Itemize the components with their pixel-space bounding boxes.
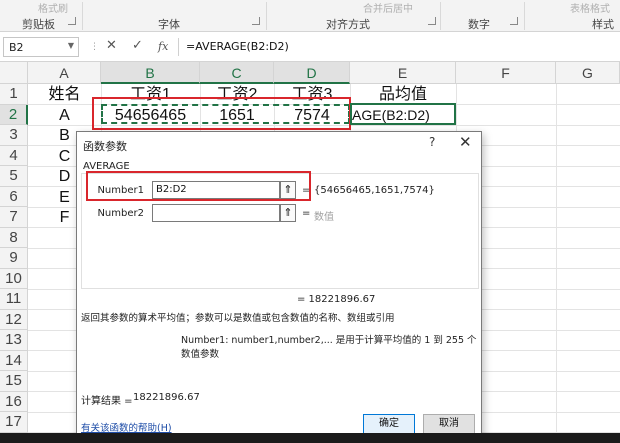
formula-input[interactable]: =AVERAGE(B2:D2) [186,40,289,53]
alignment-launcher-icon[interactable] [428,17,436,25]
ribbon-divider [82,2,83,30]
close-icon[interactable]: ✕ [459,133,472,151]
group-alignment: 对齐方式 [326,18,370,31]
row-header-1[interactable]: 1 [0,84,28,105]
column-header-e[interactable]: E [350,62,456,84]
ribbon-divider [266,2,267,30]
column-header-d[interactable]: D [274,62,350,84]
column-header-f[interactable]: F [456,62,556,84]
group-number: 数字 [468,18,490,31]
number-launcher-icon[interactable] [510,17,518,25]
dialog-title: 函数参数 [83,140,127,153]
ribbon-divider [440,2,441,30]
insert-function-icon[interactable]: fx [158,40,168,53]
row-header-9[interactable]: 9 [0,248,28,269]
argument-help-text: Number1: number1,number2,... 是用于计算平均值的 1… [181,335,477,360]
cancel-button[interactable]: 取消 [423,414,475,434]
ok-button[interactable]: 确定 [363,414,415,434]
row-header-3[interactable]: 3 [0,125,28,146]
highlight-box-number1 [86,171,311,201]
chevron-down-icon[interactable]: ▼ [68,41,74,50]
ribbon: 格式刷 合并后居中 表格格式 剪贴板 字体 对齐方式 数字 样式 [0,0,620,32]
row-header-14[interactable]: 14 [0,350,28,371]
row-header-7[interactable]: 7 [0,207,28,228]
calc-result-label: 计算结果 = [81,396,133,407]
gridline [556,84,557,443]
font-launcher-icon[interactable] [252,17,260,25]
cell-a2[interactable]: A [28,105,101,125]
name-box[interactable]: B2 ▼ [3,37,79,57]
row-header-4[interactable]: 4 [0,145,28,166]
row-header-8[interactable]: 8 [0,227,28,248]
taskbar [0,433,620,443]
column-header-b[interactable]: B [101,62,200,84]
calc-result-value: 18221896.67 [133,392,200,403]
row-header-2[interactable]: 2 [0,104,28,125]
group-clipboard: 剪贴板 [22,18,55,31]
row-header-17[interactable]: 17 [0,412,28,433]
arg-input-number2[interactable] [152,204,280,222]
merge-center-label[interactable]: 合并后居中 [363,0,413,15]
help-icon[interactable]: ? [429,135,435,149]
cell-a1[interactable]: 姓名 [28,84,101,104]
cell-e1[interactable]: 品均值 [350,84,456,104]
formula-preview-result: = 18221896.67 [297,294,376,305]
arg-eq-number2: = [302,208,311,219]
group-font: 字体 [158,18,180,31]
active-cell-e2 [350,103,456,125]
function-description: 返回其参数的算术平均值；参数可以是数值或包含数值的名称、数组或引用 [81,313,395,324]
arg-result-number1: {54656465,1651,7574} [314,185,435,196]
row-header-15[interactable]: 15 [0,371,28,392]
formula-bar: B2 ▼ ⋮ ✕ ✓ fx =AVERAGE(B2:D2) [0,32,620,62]
highlight-box-range [92,97,351,130]
column-header-c[interactable]: C [200,62,274,84]
ribbon-divider [524,2,525,30]
row-header-5[interactable]: 5 [0,166,28,187]
row-header-11[interactable]: 11 [0,289,28,310]
group-styles: 样式 [592,18,614,31]
arg-label-number2: Number2 [97,208,144,219]
more-icon: ⋮ [90,42,99,52]
row-header-13[interactable]: 13 [0,330,28,351]
format-painter-label[interactable]: 格式刷 [38,0,68,15]
row-header-16[interactable]: 16 [0,391,28,412]
row-header-6[interactable]: 6 [0,186,28,207]
formula-divider [178,38,179,56]
enter-entry-icon[interactable]: ✓ [132,38,143,53]
arg-result-number2: 数值 [314,212,334,223]
collapse-dialog-icon[interactable]: ⇑ [280,204,296,222]
function-help-link[interactable]: 有关该函数的帮助(H) [81,420,172,434]
table-format-label[interactable]: 表格格式 [570,0,610,15]
column-header-g[interactable]: G [556,62,620,84]
row-header-12[interactable]: 12 [0,309,28,330]
column-header-a[interactable]: A [28,62,101,84]
row-header-10[interactable]: 10 [0,268,28,289]
clipboard-launcher-icon[interactable] [68,17,76,25]
cancel-entry-icon[interactable]: ✕ [106,38,117,53]
name-box-value: B2 [9,41,24,54]
select-all-corner[interactable] [0,62,28,84]
